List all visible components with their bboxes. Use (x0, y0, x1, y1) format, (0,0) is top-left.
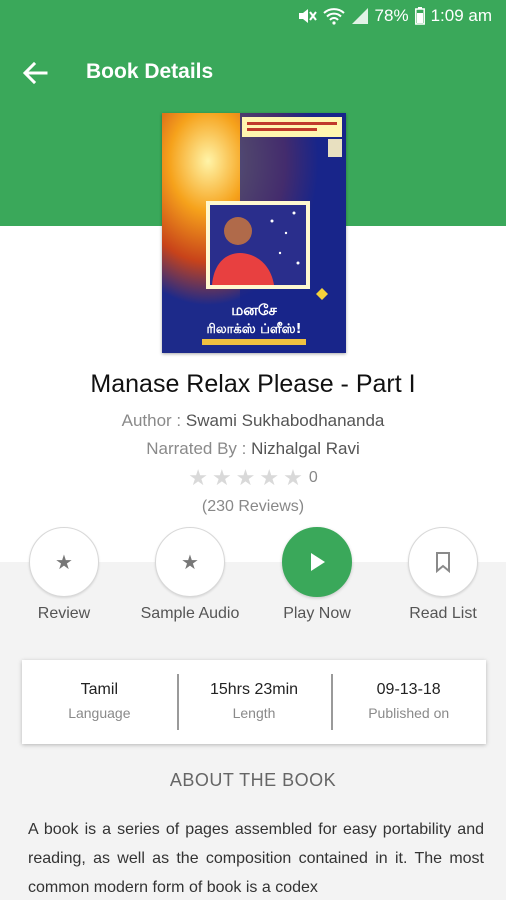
author-label: Author : (121, 411, 186, 430)
review-action[interactable]: ★ Review (0, 527, 129, 623)
length-label: Length (232, 705, 276, 721)
book-title: Manase Relax Please - Part I (90, 370, 416, 398)
mute-icon (297, 7, 317, 25)
review-button[interactable]: ★ (29, 527, 99, 597)
reviews-count[interactable]: (230 Reviews) (0, 498, 506, 516)
language-value: Tamil (80, 681, 118, 698)
clock: 1:09 am (430, 6, 492, 25)
read-list-label: Read List (409, 605, 477, 622)
length-value: 15hrs 23min (209, 681, 299, 698)
sample-audio-button[interactable]: ★ (155, 527, 225, 597)
book-info-card: Tamil Language 15hrs 23min Length 09-13-… (22, 660, 486, 744)
length-info: 15hrs 23min Length (176, 660, 332, 744)
read-list-action[interactable]: Read List (378, 527, 506, 623)
narrator-label: Narrated By : (146, 439, 252, 458)
sample-audio-action[interactable]: ★ Sample Audio (125, 527, 255, 623)
play-now-label: Play Now (283, 605, 351, 622)
star-icon: ★ (55, 551, 73, 574)
star-icon: ★ (211, 465, 232, 490)
rating: ★ ★ ★ ★ ★ 0 (0, 467, 506, 489)
play-now-action[interactable]: Play Now (252, 527, 382, 623)
sample-audio-label: Sample Audio (140, 605, 240, 622)
svg-text:ரிலாக்ஸ் ப்ளீஸ்!: ரிலாக்ஸ் ப்ளீஸ்! (206, 321, 301, 337)
bookmark-icon (436, 552, 450, 573)
book-cover: மனசே ரிலாக்ஸ் ப்ளீஸ்! (162, 113, 346, 353)
signal-icon (351, 7, 369, 25)
review-label: Review (37, 605, 91, 622)
play-now-button[interactable] (282, 527, 352, 597)
about-text: A book is a series of pages assembled fo… (28, 821, 484, 896)
language-info: Tamil Language (22, 660, 177, 744)
language-label: Language (68, 705, 131, 721)
published-info: 09-13-18 Published on (331, 660, 486, 744)
battery-icon (414, 7, 425, 25)
star-icon: ★ (235, 465, 256, 490)
battery-percent: 78% (374, 6, 409, 25)
star-icon: ★ (181, 551, 199, 574)
status-bar: 78% 1:09 am (0, 0, 506, 34)
back-button[interactable] (20, 58, 50, 88)
star-icon: ★ (259, 465, 280, 490)
author-name[interactable]: Swami Sukhabodhananda (186, 411, 384, 430)
star-icon: ★ (188, 465, 208, 490)
play-icon (311, 553, 325, 571)
svg-text:மனசே: மனசே (231, 301, 277, 319)
star-icon: ★ (283, 465, 303, 490)
status-icons: 78% 1:09 am (297, 6, 492, 26)
page-title: Book Details (86, 60, 214, 83)
rating-value: 0 (308, 469, 318, 486)
about-heading: ABOUT THE BOOK (169, 770, 337, 790)
published-value: 09-13-18 (376, 681, 441, 698)
wifi-icon (322, 7, 345, 25)
narrator-line: Narrated By : Nizhalgal Ravi (0, 439, 506, 459)
narrator-name[interactable]: Nizhalgal Ravi (251, 439, 360, 458)
author-line: Author : Swami Sukhabodhananda (0, 411, 506, 431)
published-label: Published on (368, 705, 450, 721)
arrow-left-icon (22, 61, 48, 85)
read-list-button[interactable] (408, 527, 478, 597)
